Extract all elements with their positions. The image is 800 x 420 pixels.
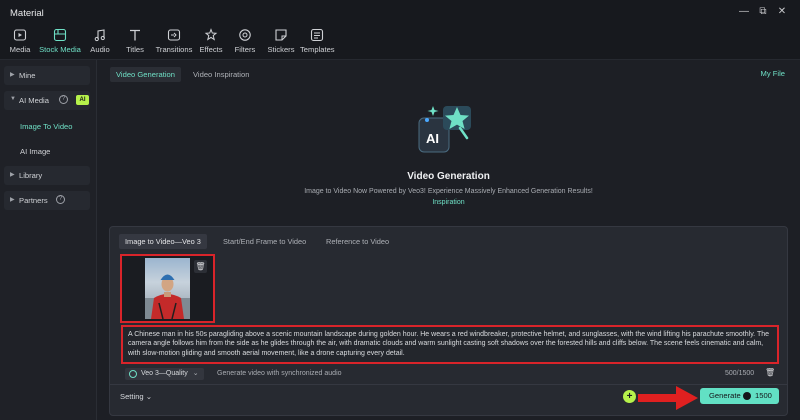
delete-image-icon[interactable]: 🗑: [194, 260, 207, 273]
tool-templates[interactable]: Templates: [300, 28, 335, 54]
hero-subtitle: Image to Video Now Powered by Veo3! Expe…: [304, 188, 593, 195]
add-credits-button[interactable]: +: [623, 390, 636, 403]
inspiration-link[interactable]: Inspiration: [97, 199, 800, 206]
sidebar-item-ai-media[interactable]: ▼ AI Media ? AI: [4, 91, 90, 110]
uploaded-image-thumbnail[interactable]: 🗑: [120, 254, 215, 323]
setting-dropdown[interactable]: Setting ⌄: [120, 392, 152, 401]
minimize-icon[interactable]: —: [738, 6, 750, 18]
generate-button[interactable]: Generate 1500: [700, 388, 779, 404]
character-counter: 500/1500: [725, 370, 755, 377]
transitions-icon: [167, 28, 181, 42]
main-content: Video Generation Video Inspiration My Fi…: [97, 60, 800, 420]
portrait-photo: [145, 258, 190, 319]
chevron-right-icon: ▶: [10, 197, 15, 203]
window-title: Material: [10, 8, 44, 19]
svg-text:AI: AI: [426, 131, 439, 146]
stock-media-icon: [53, 28, 67, 42]
effects-icon: [204, 28, 218, 42]
title-bar: Material — ⧉ ✕: [0, 0, 800, 26]
help-icon[interactable]: ?: [59, 95, 68, 104]
chevron-down-icon: ⌄: [192, 370, 199, 377]
help-icon[interactable]: ?: [56, 195, 65, 204]
chevron-right-icon: ▶: [10, 172, 15, 178]
tab-reference-to-video[interactable]: Reference to Video: [320, 234, 395, 249]
titles-icon: [128, 28, 142, 42]
chevron-down-icon: ⌄: [145, 392, 153, 401]
tool-effects[interactable]: Effects: [199, 28, 223, 54]
ai-badge: AI: [76, 95, 89, 105]
restore-icon[interactable]: ⧉: [757, 6, 769, 18]
my-file-link[interactable]: My File: [761, 69, 785, 78]
stickers-icon: [274, 28, 288, 42]
credit-coin-icon: [743, 392, 751, 400]
tool-titles[interactable]: Titles: [124, 28, 146, 54]
sidebar-item-library[interactable]: ▶ Library: [4, 166, 90, 185]
hero-title: Video Generation: [407, 171, 490, 182]
tab-video-generation[interactable]: Video Generation: [110, 67, 181, 82]
tool-media[interactable]: Media: [9, 28, 31, 54]
clear-prompt-icon[interactable]: 🗑: [765, 368, 775, 377]
chevron-right-icon: ▶: [10, 72, 15, 78]
model-hint: Generate video with synchronized audio: [217, 370, 342, 377]
filters-icon: [238, 28, 252, 42]
sidebar-item-ai-image[interactable]: AI Image: [20, 147, 50, 156]
tool-audio[interactable]: Audio: [88, 28, 112, 54]
media-icon: [13, 28, 27, 42]
video-generation-logo-icon: AI: [415, 98, 479, 162]
tool-filters[interactable]: Filters: [234, 28, 256, 54]
sidebar-item-image-to-video[interactable]: Image To Video: [20, 122, 73, 131]
sidebar: ▶ Mine ▼ AI Media ? AI Image To Video AI…: [0, 60, 97, 420]
generation-panel: Image to Video—Veo 3 Start/End Frame to …: [109, 226, 788, 416]
model-select[interactable]: Veo 3—Quality ⌄: [125, 368, 204, 380]
close-icon[interactable]: ✕: [776, 6, 788, 18]
templates-icon: [310, 28, 324, 42]
audio-icon: [93, 28, 107, 42]
main-toolbar: Media Stock Media Audio Titles Transitio…: [0, 26, 800, 60]
red-arrow-annotation: [638, 386, 698, 410]
tab-start-end-frame[interactable]: Start/End Frame to Video: [217, 234, 312, 249]
tab-video-inspiration[interactable]: Video Inspiration: [187, 67, 255, 82]
chevron-down-icon: ▼: [10, 96, 16, 102]
tab-image-to-video-veo3[interactable]: Image to Video—Veo 3: [119, 234, 207, 249]
tool-transitions[interactable]: Transitions: [155, 28, 193, 54]
tool-stock-media[interactable]: Stock Media: [38, 28, 82, 54]
model-icon: [129, 370, 137, 378]
sidebar-item-mine[interactable]: ▶ Mine: [4, 66, 90, 85]
prompt-textarea[interactable]: A Chinese man in his 50s paragliding abo…: [121, 325, 779, 364]
sidebar-item-partners[interactable]: ▶ Partners ?: [4, 191, 90, 210]
tool-stickers[interactable]: Stickers: [267, 28, 295, 54]
